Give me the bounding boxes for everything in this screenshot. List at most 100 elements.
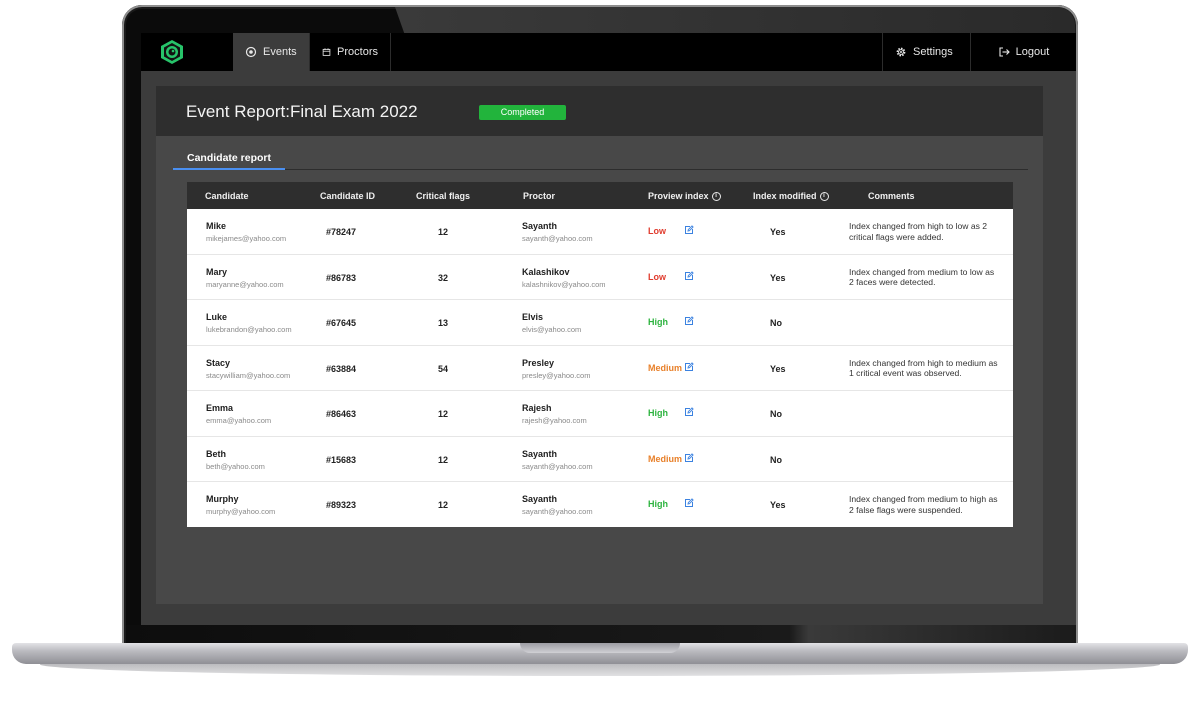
nav-logout[interactable]: Logout: [970, 33, 1076, 71]
nav-proctors[interactable]: Proctors: [310, 33, 391, 71]
proctor-name: Rajesh: [522, 403, 552, 413]
col-proview-index[interactable]: Proview index i: [648, 191, 721, 201]
comment: Index changed from medium to high as 2 f…: [849, 494, 998, 515]
table-header: Candidate Candidate ID Critical flags Pr…: [187, 182, 1013, 209]
edit-icon[interactable]: [684, 407, 694, 417]
proctor-name: Kalashikov: [522, 266, 570, 277]
nav-settings-label: Settings: [913, 46, 953, 58]
proview-index: High: [648, 499, 668, 509]
col-candidate[interactable]: Candidate: [205, 191, 249, 201]
top-nav: Events Proctors Settings Logout: [141, 33, 1076, 71]
table-row[interactable]: Mike mikejames@yahoo.com #78247 12 Sayan…: [187, 209, 1013, 255]
col-index-modified[interactable]: Index modified i: [753, 191, 829, 201]
candidate-email: murphy@yahoo.com: [206, 507, 276, 516]
candidate-name: Luke: [206, 312, 228, 322]
critical-flags: 32: [438, 272, 449, 283]
index-modified: No: [770, 318, 782, 328]
critical-flags: 12: [438, 227, 449, 237]
index-modified: Yes: [770, 272, 786, 283]
comment: Index changed from medium to low as 2 fa…: [849, 266, 995, 288]
info-icon[interactable]: i: [711, 191, 721, 201]
proctor-email: kalashnikov@yahoo.com: [522, 279, 606, 289]
candidate-name: Beth: [206, 448, 226, 459]
candidate-email: maryanne@yahoo.com: [206, 279, 284, 289]
table-row[interactable]: Emma emma@yahoo.com #86463 12 Rajesh raj…: [187, 391, 1013, 437]
candidate-id: #86783: [326, 272, 357, 283]
candidate-email: mikejames@yahoo.com: [206, 234, 287, 243]
proctor-name: Presley: [522, 357, 555, 368]
table-row[interactable]: Stacy stacywilliam@yahoo.com #63884 54 P…: [187, 346, 1013, 391]
critical-flags: 54: [438, 363, 449, 374]
edit-icon[interactable]: [684, 452, 694, 463]
critical-flags: 12: [438, 454, 449, 465]
proview-index: Medium: [648, 362, 683, 373]
candidate-name: Mary: [206, 266, 228, 277]
calendar-icon: [322, 48, 331, 56]
nav-proctors-label: Proctors: [337, 46, 378, 58]
table-row[interactable]: Mary maryanne@yahoo.com #86783 32 Kalash…: [187, 255, 1013, 300]
index-modified: Yes: [770, 227, 786, 237]
table-row[interactable]: Beth beth@yahoo.com #15683 12 Sayanth sa…: [187, 437, 1013, 482]
comment: Index changed from high to low as 2 crit…: [849, 221, 988, 242]
report-title: Final Exam 2022: [290, 102, 418, 121]
proctor-email: presley@yahoo.com: [522, 370, 591, 380]
nav-settings[interactable]: Settings: [882, 33, 970, 71]
tab-active-indicator: [173, 168, 285, 170]
candidate-id: #86463: [326, 409, 357, 419]
candidate-name: Mike: [206, 221, 227, 231]
gear-icon: [896, 47, 906, 57]
col-comments[interactable]: Comments: [868, 191, 915, 201]
laptop-notch: [520, 643, 680, 653]
critical-flags: 13: [438, 318, 449, 328]
index-modified: Yes: [770, 363, 786, 374]
candidate-id: #63884: [326, 363, 357, 374]
screen: Events Proctors Settings Logout Event Re…: [141, 33, 1076, 625]
edit-icon[interactable]: [684, 316, 694, 326]
index-modified: Yes: [770, 500, 786, 510]
info-icon[interactable]: i: [819, 191, 829, 201]
col-proctor[interactable]: Proctor: [523, 191, 555, 201]
report-panel: Event Report: Final Exam 2022 Completed …: [156, 86, 1043, 604]
index-modified: No: [770, 454, 782, 465]
edit-icon[interactable]: [684, 270, 694, 281]
proctor-email: rajesh@yahoo.com: [522, 416, 587, 425]
col-candidate-id[interactable]: Candidate ID: [320, 191, 375, 201]
comment: Index changed from high to medium as 1 c…: [849, 357, 998, 379]
table-row[interactable]: Murphy murphy@yahoo.com #89323 12 Sayant…: [187, 482, 1013, 527]
tab-candidate-report[interactable]: Candidate report: [173, 152, 285, 168]
laptop-bezel: [126, 625, 1074, 645]
edit-icon[interactable]: [684, 225, 694, 235]
proview-index: Low: [648, 271, 666, 282]
candidate-email: beth@yahoo.com: [206, 461, 265, 471]
proctor-name: Sayanth: [522, 448, 558, 459]
table-body: Mike mikejames@yahoo.com #78247 12 Sayan…: [187, 209, 1013, 527]
critical-flags: 12: [438, 409, 449, 419]
edit-icon[interactable]: [684, 361, 694, 372]
logout-icon: [999, 47, 1010, 57]
nav-events-label: Events: [263, 46, 297, 58]
candidate-email: stacywilliam@yahoo.com: [206, 370, 291, 380]
proctor-email: sayanth@yahoo.com: [522, 507, 593, 516]
candidate-table: Candidate Candidate ID Critical flags Pr…: [187, 182, 1013, 527]
status-badge: Completed: [479, 105, 566, 120]
logo-icon[interactable]: [159, 39, 185, 65]
nav-logout-label: Logout: [1015, 46, 1050, 58]
table-row[interactable]: Luke lukebrandon@yahoo.com #67645 13 Elv…: [187, 300, 1013, 346]
edit-icon[interactable]: [684, 498, 694, 508]
proview-index: Medium: [648, 453, 683, 464]
events-icon: [245, 46, 257, 58]
candidate-name: Murphy: [206, 494, 239, 504]
col-critical-flags[interactable]: Critical flags: [416, 191, 470, 201]
proctor-email: sayanth@yahoo.com: [522, 234, 593, 243]
report-header: Event Report: Final Exam 2022 Completed: [156, 86, 1043, 136]
proview-index: High: [648, 408, 668, 418]
proctor-name: Sayanth: [522, 494, 558, 504]
candidate-name: Stacy: [206, 357, 231, 368]
candidate-email: emma@yahoo.com: [206, 416, 272, 425]
candidate-id: #67645: [326, 318, 357, 328]
candidate-id: #78247: [326, 227, 357, 237]
nav-events[interactable]: Events: [233, 33, 310, 71]
candidate-id: #89323: [326, 500, 357, 510]
tab-divider: [173, 169, 1028, 170]
critical-flags: 12: [438, 500, 449, 510]
